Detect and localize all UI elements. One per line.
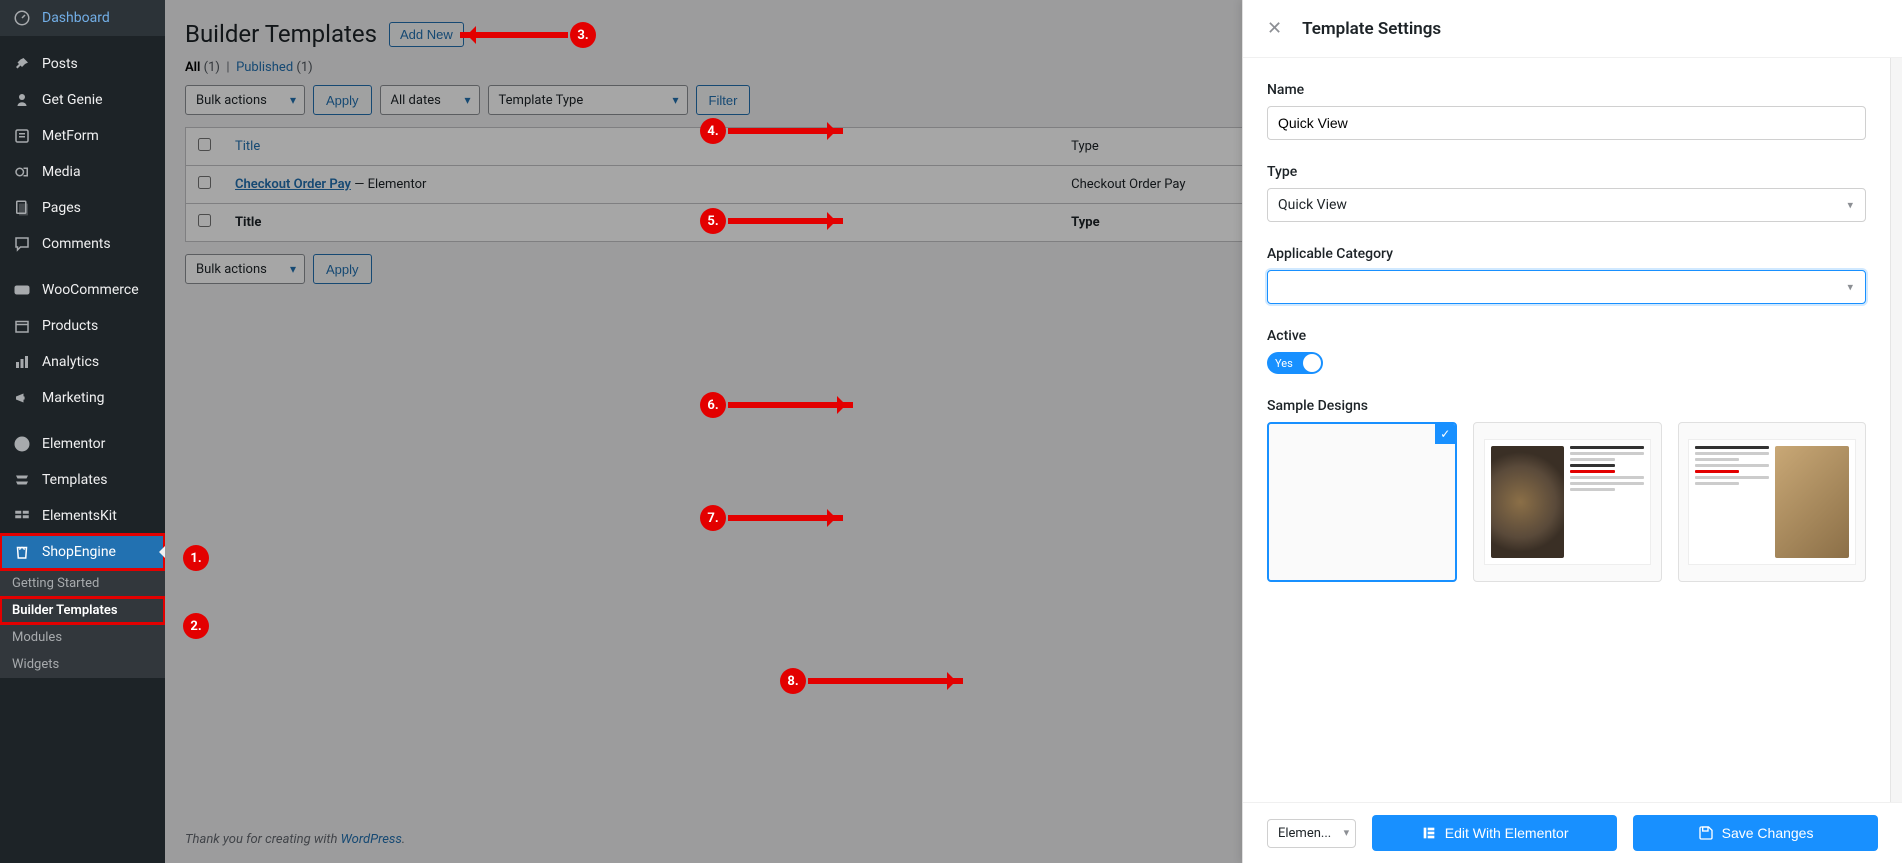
save-icon (1698, 825, 1714, 841)
sidebar-label: Get Genie (42, 92, 103, 108)
apply-button-top[interactable]: Apply (313, 85, 372, 115)
pin-icon (12, 54, 32, 74)
edit-with-elementor-button[interactable]: Edit With Elementor (1372, 815, 1617, 851)
woo-icon (12, 280, 32, 300)
box-icon (12, 316, 32, 336)
col-title[interactable]: Title (223, 128, 1059, 166)
sidebar-item-posts[interactable]: Posts (0, 46, 165, 82)
megaphone-icon (12, 388, 32, 408)
sidebar-item-metform[interactable]: MetForm (0, 118, 165, 154)
active-label: Active (1267, 328, 1866, 344)
sidebar-item-elementskit[interactable]: ElementsKit (0, 498, 165, 534)
select-all-checkbox-bottom[interactable] (198, 214, 211, 227)
sidebar-label: ElementsKit (42, 508, 117, 524)
ekit-icon (12, 506, 32, 526)
gauge-icon (12, 8, 32, 28)
sidebar-label: Posts (42, 56, 78, 72)
comment-icon (12, 234, 32, 254)
designs-label: Sample Designs (1267, 398, 1866, 414)
pages-icon (12, 198, 32, 218)
sidebar-label: ShopEngine (42, 544, 116, 560)
media-icon (12, 162, 32, 182)
elementor-icon (1421, 825, 1437, 841)
select-all-checkbox-top[interactable] (198, 138, 211, 151)
form-icon (12, 126, 32, 146)
category-select[interactable] (1267, 270, 1866, 304)
filter-all-link[interactable]: All (185, 60, 200, 75)
all-dates-select[interactable]: All dates (380, 85, 480, 115)
sidebar-label: Elementor (42, 436, 105, 452)
sidebar-label: Media (42, 164, 81, 180)
col-title-foot[interactable]: Title (223, 204, 1059, 242)
sidebar-item-pages[interactable]: Pages (0, 190, 165, 226)
row-title-link[interactable]: Checkout Order Pay (235, 177, 351, 192)
type-label: Type (1267, 164, 1866, 180)
submenu-widgets[interactable]: Widgets (0, 651, 165, 678)
bulk-actions-select-bottom[interactable]: Bulk actions (185, 254, 305, 284)
sidebar-item-products[interactable]: Products (0, 308, 165, 344)
save-changes-button[interactable]: Save Changes (1633, 815, 1878, 851)
add-new-button[interactable]: Add New (389, 22, 464, 47)
sidebar-item-analytics[interactable]: Analytics (0, 344, 165, 380)
sidebar-item-media[interactable]: Media (0, 154, 165, 190)
panel-scrollbar[interactable] (1890, 58, 1902, 802)
analytics-icon (12, 352, 32, 372)
active-toggle[interactable]: Yes (1267, 352, 1323, 374)
sidebar-label: Dashboard (42, 10, 110, 26)
toggle-knob (1303, 354, 1321, 372)
sidebar-label: Comments (42, 236, 111, 252)
sidebar-item-templates[interactable]: Templates (0, 462, 165, 498)
panel-body: Name Type Quick View Applicable Category… (1243, 58, 1890, 802)
elementor-icon (12, 434, 32, 454)
sidebar-item-getgenie[interactable]: Get Genie (0, 82, 165, 118)
shopengine-icon (12, 542, 32, 562)
sidebar-submenu: Getting Started Builder Templates Module… (0, 570, 165, 678)
sidebar-label: Products (42, 318, 98, 334)
sidebar-label: Marketing (42, 390, 105, 406)
submenu-builder-templates[interactable]: Builder Templates (0, 597, 165, 624)
sidebar-item-marketing[interactable]: Marketing (0, 380, 165, 416)
sidebar-item-shopengine[interactable]: ShopEngine (0, 534, 165, 570)
sidebar-label: Pages (42, 200, 81, 216)
close-icon: ✕ (1267, 18, 1282, 38)
filter-all-count: (1) (204, 60, 220, 75)
row-title-suffix: — Elementor (351, 177, 426, 192)
filter-published-count: (1) (296, 60, 312, 75)
sidebar-item-dashboard[interactable]: Dashboard (0, 0, 165, 36)
close-button[interactable]: ✕ (1267, 18, 1282, 39)
filter-button[interactable]: Filter (696, 85, 751, 115)
type-select[interactable]: Quick View (1267, 188, 1866, 222)
design-card-blank[interactable]: ✓ (1267, 422, 1457, 582)
template-type-select[interactable]: Template Type (488, 85, 688, 115)
name-label: Name (1267, 82, 1866, 98)
name-input[interactable] (1267, 106, 1866, 140)
editor-select[interactable]: Elemen... (1267, 819, 1356, 848)
submenu-modules[interactable]: Modules (0, 624, 165, 651)
footer-thanks: Thank you for creating with WordPress. (185, 832, 405, 847)
templates-icon (12, 470, 32, 490)
sidebar-label: Templates (42, 472, 108, 488)
bulk-actions-select[interactable]: Bulk actions (185, 85, 305, 115)
panel-title: Template Settings (1302, 19, 1441, 39)
row-checkbox[interactable] (198, 176, 211, 189)
sidebar-item-elementor[interactable]: Elementor (0, 426, 165, 462)
genie-icon (12, 90, 32, 110)
sidebar-label: Analytics (42, 354, 99, 370)
template-settings-panel: ✕ Template Settings Name Type Quick View… (1242, 0, 1902, 863)
check-icon: ✓ (1435, 424, 1455, 444)
apply-button-bottom[interactable]: Apply (313, 254, 372, 284)
category-label: Applicable Category (1267, 246, 1866, 262)
sidebar-label: MetForm (42, 128, 99, 144)
toggle-label: Yes (1267, 357, 1293, 370)
wordpress-link[interactable]: WordPress (341, 832, 402, 847)
design-card-3[interactable] (1678, 422, 1866, 582)
sidebar-label: WooCommerce (42, 282, 139, 298)
sidebar-item-comments[interactable]: Comments (0, 226, 165, 262)
admin-sidebar: Dashboard Posts Get Genie MetForm Media … (0, 0, 165, 863)
design-card-2[interactable] (1473, 422, 1661, 582)
sidebar-item-woocommerce[interactable]: WooCommerce (0, 272, 165, 308)
filter-published-link[interactable]: Published (236, 60, 293, 75)
submenu-getting-started[interactable]: Getting Started (0, 570, 165, 597)
page-title: Builder Templates (185, 20, 377, 48)
